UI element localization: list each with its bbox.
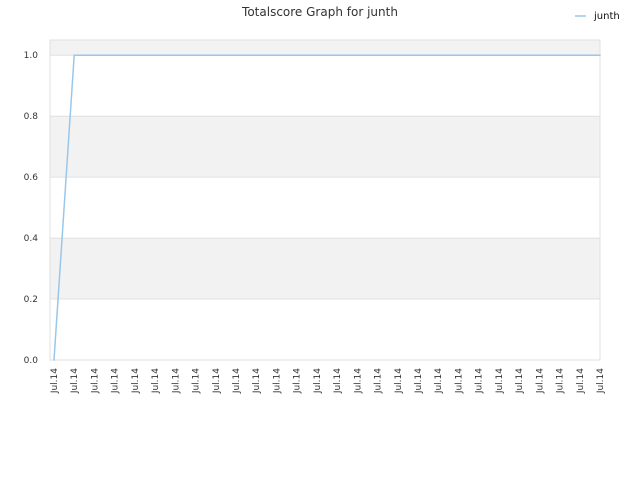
x-tick-label: Jul.14 (596, 368, 606, 394)
data-point (154, 54, 156, 57)
x-tick-label: Jul.14 (353, 368, 363, 394)
x-tick-label: Jul.14 (515, 368, 525, 394)
background-band (50, 40, 600, 56)
x-tick-label: Jul.14 (90, 368, 100, 394)
x-tick-label: Jul.14 (252, 368, 262, 394)
x-tick-label: Jul.14 (394, 368, 404, 394)
axes (49, 39, 601, 361)
legend-label-junth: junth (593, 11, 620, 22)
data-point (235, 54, 237, 57)
totalscore-chart: 0.00.20.40.60.81.0 Jul.14 Jul.14 Jul.14 Jul… (24, 5, 620, 394)
x-tick-label: Jul.14 (454, 368, 464, 394)
background-bands (50, 40, 600, 300)
x-tick-label: Jul.14 (212, 368, 222, 394)
chart-title: Totalscore Graph for junth (241, 5, 398, 19)
background-band (50, 116, 600, 178)
x-tick-label: Jul.14 (111, 368, 121, 394)
data-point (53, 359, 55, 361)
series-group (53, 54, 601, 361)
data-point (457, 54, 460, 57)
y-tick-label: 0.0 (24, 356, 39, 366)
data-point (599, 54, 601, 57)
x-tick-label: Jul.14 (151, 368, 161, 394)
data-point (336, 54, 338, 57)
x-tick-label: Jul.14 (272, 368, 282, 394)
data-point (73, 54, 76, 57)
y-tick-label: 0.4 (24, 234, 39, 244)
x-axis-ticks: Jul.14 Jul.14 Jul.14 Jul.14 Jul.14 Jul.14 Jul.… (50, 368, 606, 394)
data-point (396, 54, 399, 57)
x-tick-label: Jul.14 (293, 368, 303, 394)
data-point (194, 54, 197, 57)
data-point (214, 54, 217, 57)
x-tick-label: Jul.14 (414, 368, 424, 394)
x-tick-label: Jul.14 (535, 368, 545, 394)
data-point (275, 54, 278, 57)
data-point (356, 54, 359, 57)
x-tick-label: Jul.14 (192, 368, 202, 394)
series-line-junth (53, 54, 600, 361)
x-tick-label: Jul.14 (495, 368, 505, 394)
x-tick-label: Jul.14 (131, 368, 141, 394)
x-tick-label: Jul.14 (70, 368, 80, 394)
x-tick-label: Jul.14 (576, 368, 586, 394)
x-tick-label: Jul.14 (313, 368, 323, 394)
data-point (134, 54, 136, 57)
y-tick-label: 0.8 (24, 112, 39, 122)
data-point (255, 54, 258, 57)
gridlines (50, 54, 600, 361)
plot-border (49, 39, 601, 361)
x-tick-label: Jul.14 (50, 368, 60, 394)
data-point (518, 54, 520, 57)
legend: junth (575, 11, 620, 22)
x-tick-label: Jul.14 (333, 368, 343, 394)
x-tick-label: Jul.14 (475, 368, 485, 394)
data-point (558, 54, 561, 57)
x-tick-label: Jul.14 (374, 368, 384, 394)
data-point (538, 54, 541, 57)
background-band (50, 238, 600, 300)
x-tick-label: Jul.14 (232, 368, 242, 394)
y-axis-ticks: 0.0 0.2 0.4 0.6 0.8 1.0 (24, 51, 39, 366)
y-tick-label: 0.2 (24, 295, 38, 305)
x-tick-label: Jul.14 (556, 368, 566, 394)
y-tick-label: 1.0 (24, 51, 39, 61)
y-tick-label: 0.6 (24, 173, 39, 183)
x-tick-label: Jul.14 (171, 368, 181, 394)
data-point (477, 54, 480, 57)
data-point (113, 54, 116, 57)
data-point (417, 54, 419, 57)
data-point (316, 54, 318, 57)
data-point (437, 54, 440, 57)
data-point (174, 54, 177, 57)
data-point (376, 54, 379, 57)
data-point (498, 54, 500, 57)
data-point (295, 54, 298, 57)
data-point (93, 54, 96, 57)
x-tick-label: Jul.14 (434, 368, 444, 394)
data-point (578, 54, 581, 57)
